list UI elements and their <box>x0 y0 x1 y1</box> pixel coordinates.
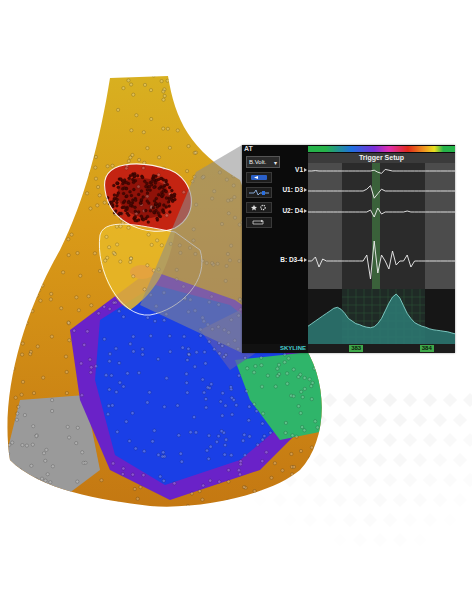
snapshot-icon <box>248 174 270 181</box>
channel-trace-plot <box>308 201 455 223</box>
skyline-row <box>282 289 455 344</box>
channel-arrow-icon <box>304 188 307 192</box>
trace-line <box>308 169 455 173</box>
skyline-bar: SKYLINE 383 384 <box>242 344 455 353</box>
skyline-area <box>308 294 455 344</box>
end-marker-badge[interactable]: 384 <box>420 345 434 352</box>
trace-line <box>308 241 455 279</box>
channel-arrow-icon <box>304 168 307 172</box>
channel-label: U2: D4 <box>282 207 303 214</box>
panel-header: Trigger Setup <box>308 153 455 163</box>
color-scale-bar <box>308 146 455 152</box>
channel-row: U2: D4 <box>282 201 455 223</box>
trace-line <box>308 186 455 199</box>
channel-trace-plot <box>308 223 455 289</box>
channel-label: U1: D3 <box>282 186 303 193</box>
loop-icon <box>248 219 270 226</box>
channel-row: U1: D3 <box>282 181 455 201</box>
settings-icon <box>248 204 270 211</box>
loop-button[interactable] <box>246 217 272 228</box>
snapshot-button[interactable] <box>246 172 272 183</box>
map-type-label: AT <box>242 145 308 153</box>
map-type-dropdown[interactable]: B.Volt. ▾ <box>246 156 280 168</box>
channel-arrow-icon <box>304 209 307 213</box>
settings-button[interactable] <box>246 202 272 213</box>
channel-label: B: D3-4 <box>280 256 303 263</box>
channel-label: V1 <box>295 166 303 173</box>
channel-arrow-icon <box>304 258 307 262</box>
skyline-plot[interactable] <box>308 289 455 344</box>
dropdown-arrow-icon: ▾ <box>274 159 277 166</box>
panel-title: Trigger Setup <box>359 153 404 163</box>
channel-row: V1 <box>282 163 455 181</box>
start-marker-badge[interactable]: 383 <box>349 345 363 352</box>
signal-icon <box>248 189 270 196</box>
trigger-setup-panel: AT B.Volt. ▾ Trigger Setup V1 U1: D3 U2: D4 B: … <box>242 145 455 353</box>
trace-line <box>308 208 455 217</box>
top-strip: AT <box>242 145 455 153</box>
dropdown-value: B.Volt. <box>249 159 266 165</box>
skyline-label: SKYLINE <box>242 344 308 353</box>
channel-trace-plot <box>308 163 455 181</box>
control-column: B.Volt. ▾ <box>242 153 282 344</box>
signal-button[interactable] <box>246 187 272 198</box>
channel-trace-plot <box>308 181 455 201</box>
channel-row: B: D3-4 <box>282 223 455 289</box>
